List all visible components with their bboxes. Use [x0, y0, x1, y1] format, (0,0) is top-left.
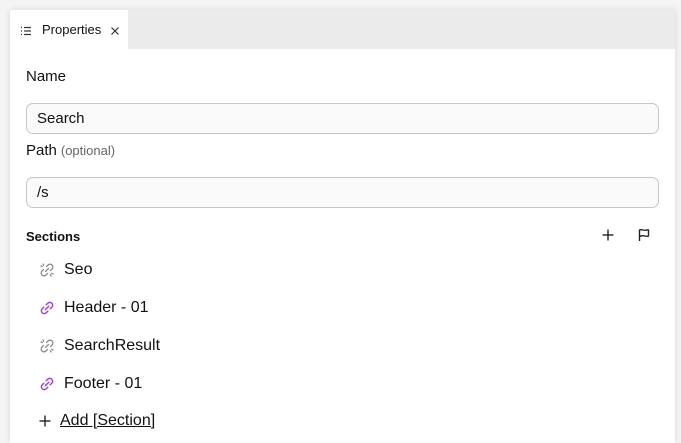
add-section-button[interactable] [597, 226, 619, 248]
path-label: Path (optional) [26, 142, 115, 159]
link-icon [39, 300, 55, 316]
broken-link-icon [39, 262, 55, 278]
section-item-label: Seo [64, 261, 93, 278]
tab-bar: Properties [10, 10, 675, 49]
section-item-label: Header - 01 [64, 299, 149, 316]
section-item-seo[interactable]: Seo [26, 253, 659, 287]
path-input[interactable] [26, 177, 659, 208]
sections-title: Sections [26, 229, 81, 244]
list-icon [20, 24, 32, 36]
add-section-label: Add [Section] [60, 412, 156, 429]
section-item-searchresult[interactable]: SearchResult [26, 329, 659, 363]
plus-icon [601, 228, 615, 247]
flag-button[interactable] [633, 226, 655, 248]
name-input[interactable] [26, 103, 659, 134]
close-icon[interactable] [109, 24, 121, 36]
name-label: Name [26, 68, 66, 85]
link-icon [39, 376, 55, 392]
section-item-header-01[interactable]: Header - 01 [26, 291, 659, 325]
tab-properties[interactable]: Properties [10, 10, 128, 49]
plus-icon [38, 414, 52, 428]
section-item-label: SearchResult [64, 337, 161, 354]
flag-icon [637, 228, 651, 247]
tab-label: Properties [42, 22, 102, 37]
section-item-footer-01[interactable]: Footer - 01 [26, 367, 659, 401]
section-item-label: Footer - 01 [64, 375, 143, 392]
path-label-text: Path [26, 142, 57, 159]
path-optional-hint: (optional) [60, 143, 116, 158]
add-section-link[interactable]: Add [Section] [26, 404, 155, 438]
name-label-text: Name [26, 68, 67, 85]
broken-link-icon [39, 338, 55, 354]
properties-panel: Properties Name Path(optional) Sections [10, 10, 675, 443]
